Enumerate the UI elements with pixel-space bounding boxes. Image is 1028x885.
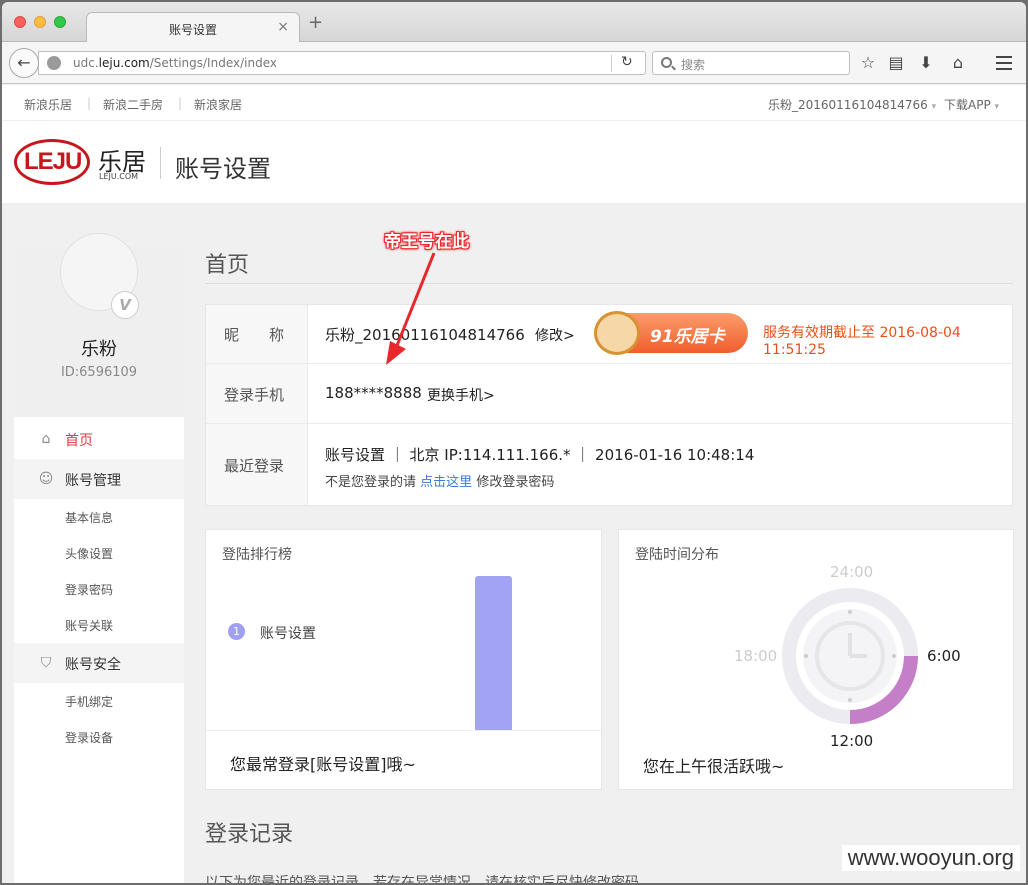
tab-bar: 账号设置 × +	[2, 2, 1026, 43]
back-button[interactable]: ←	[9, 48, 39, 78]
account-info-table: 昵 称 乐粉_20160116104814766 修改> 91乐居卡 服务有效期…	[205, 304, 1013, 506]
chevron-down-icon: ▾	[931, 102, 937, 112]
change-phone-link[interactable]: 更换手机>	[427, 385, 495, 405]
top-nav: 新浪乐居 | 新浪二手房 | 新浪家居 乐粉_20160116104814766…	[2, 85, 1026, 121]
close-window-button[interactable]	[14, 16, 26, 28]
sidebar-item-password[interactable]: 登录密码	[65, 581, 113, 598]
topnav-download-app[interactable]: 下载APP ▾	[944, 96, 999, 113]
rank-number-badge: 1	[228, 623, 245, 640]
info-row-phone: 登录手机 188****8888 更换手机>	[206, 364, 1012, 424]
nav-bar: udc.leju.com/Settings/Index/index ↻ ← 搜索…	[2, 42, 1026, 84]
globe-icon	[47, 56, 61, 70]
info-key: 昵 称	[206, 305, 308, 363]
site-header: LEJU 乐居 LEJU.COM 账号设置	[2, 121, 1026, 203]
card-title: 登陆排行榜	[222, 547, 292, 563]
browser-tab[interactable]: 账号设置 ×	[86, 12, 300, 43]
sidebar-item-label: 账号管理	[65, 473, 121, 489]
sidebar-item-label: 账号安全	[65, 657, 121, 673]
info-key: 登录手机	[206, 364, 308, 423]
home-icon: ⌂	[41, 431, 51, 447]
card-title: 登陆时间分布	[635, 547, 719, 563]
section-divider	[205, 283, 1013, 284]
sidebar-item-avatar[interactable]: 头像设置	[65, 545, 113, 562]
new-tab-button[interactable]: +	[308, 14, 323, 32]
url-divider	[611, 55, 612, 72]
clock-label-18: 18:00	[734, 647, 778, 665]
clock-label-12: 12:00	[830, 732, 874, 750]
logo-text: LEJU	[24, 148, 82, 175]
info-row-last-login: 最近登录 账号设置 ｜ 北京 IP:114.111.166.* ｜ 2016-0…	[206, 424, 1012, 505]
clock-label-24: 24:00	[830, 563, 874, 581]
bookmark-star-icon[interactable]: ☆	[858, 53, 878, 72]
vip-card-badge[interactable]: 91乐居卡	[594, 311, 748, 355]
sidebar-item-home[interactable]: ⌂ 首页	[14, 419, 184, 459]
topnav-link-secondhand[interactable]: 新浪二手房	[103, 96, 163, 113]
vip-card-text: 91乐居卡	[650, 327, 725, 347]
back-arrow-icon: ←	[17, 53, 31, 72]
header-divider	[160, 147, 161, 179]
info-row-nickname: 昵 称 乐粉_20160116104814766 修改> 91乐居卡 服务有效期…	[206, 305, 1012, 364]
sidebar-item-label: 首页	[65, 433, 93, 449]
logo-com: LEJU.COM	[99, 172, 139, 181]
shield-icon: ⛉	[40, 655, 52, 671]
topnav-link-home[interactable]: 新浪家居	[194, 96, 242, 113]
minimize-window-button[interactable]	[34, 16, 46, 28]
topnav-link-sina-leju[interactable]: 新浪乐居	[24, 96, 72, 113]
sidebar-group-account-manage[interactable]: ☺ 账号管理	[14, 459, 184, 499]
service-expiry: 服务有效期截止至 2016-08-04 11:51:25	[763, 325, 961, 358]
reload-icon[interactable]: ↻	[621, 54, 633, 70]
profile-card: V 乐粉 ID:6596109	[14, 233, 184, 417]
login-rank-card: 登陆排行榜 1 账号设置 您最常登录[账号设置]哦~	[205, 529, 602, 790]
verified-badge-icon: V	[111, 291, 139, 319]
search-icon	[661, 57, 672, 68]
info-key: 最近登录	[206, 424, 308, 505]
login-hint: 不是您登录的请 点击这里 修改登录密码	[325, 475, 555, 490]
clock-chart	[782, 588, 918, 724]
login-time-card: 登陆时间分布 24:00 18:00 6:00 12:00 您在上午很活跃哦~	[618, 529, 1014, 790]
page-title: 账号设置	[175, 155, 271, 183]
rank-label: 账号设置	[260, 626, 316, 642]
user-icon: ☺	[38, 471, 54, 487]
sidebar-item-login-devices[interactable]: 登录设备	[65, 729, 113, 746]
hamburger-menu-icon[interactable]	[996, 56, 1012, 70]
click-here-link[interactable]: 点击这里	[420, 475, 472, 490]
time-footer: 您在上午很活跃哦~	[643, 757, 785, 776]
url-text[interactable]: udc.leju.com/Settings/Index/index	[73, 56, 277, 70]
edit-nickname-link[interactable]: 修改>	[535, 325, 575, 345]
rank-footer: 您最常登录[账号设置]哦~	[230, 755, 416, 774]
sidebar: V 乐粉 ID:6596109 ⌂ 首页 ☺ 账号管理 基本信息 头像设置 登录…	[14, 233, 184, 883]
card-divider	[206, 730, 601, 731]
sheep-mascot-icon	[594, 311, 640, 355]
topnav-divider: |	[87, 96, 92, 110]
profile-nickname: 乐粉	[81, 339, 117, 360]
tab-close-icon[interactable]: ×	[277, 19, 289, 35]
section-title-home: 首页	[205, 253, 250, 278]
tab-title: 账号设置	[168, 23, 217, 37]
watermark: www.wooyun.org	[841, 845, 1020, 871]
sidebar-item-basic-info[interactable]: 基本信息	[65, 509, 113, 526]
search-input[interactable]: 搜索	[652, 51, 850, 75]
search-placeholder: 搜索	[681, 58, 706, 72]
web-page: 新浪乐居 | 新浪二手房 | 新浪家居 乐粉_20160116104814766…	[2, 85, 1026, 883]
browser-window: 账号设置 × + udc.leju.com/Settings/Index/ind…	[2, 2, 1026, 883]
profile-id: ID:6596109	[60, 365, 138, 380]
login-records-intro: 以下为您最近的登录记录，若存在异常情况，请在核实后尽快修改密码	[205, 875, 639, 883]
clock-label-6: 6:00	[927, 647, 961, 665]
sidebar-item-phone-binding[interactable]: 手机绑定	[65, 693, 113, 710]
topnav-divider: |	[178, 96, 183, 110]
section-title-login-records: 登录记录	[205, 822, 294, 847]
sidebar-group-account-security[interactable]: ⛉ 账号安全	[14, 643, 184, 683]
annotation-arrow	[386, 252, 436, 365]
zoom-window-button[interactable]	[54, 16, 66, 28]
chevron-down-icon: ▾	[994, 102, 1000, 112]
rank-bar	[475, 576, 512, 730]
home-icon[interactable]: ⌂	[948, 53, 968, 72]
phone-value: 188****8888	[325, 384, 422, 402]
topnav-user-menu[interactable]: 乐粉_20160116104814766 ▾	[768, 96, 936, 113]
last-login-value: 账号设置 ｜ 北京 IP:114.111.166.* ｜ 2016-01-16 …	[325, 446, 755, 464]
sidebar-item-link-accounts[interactable]: 账号关联	[65, 617, 113, 634]
download-icon[interactable]: ⬇	[916, 53, 936, 72]
reading-list-icon[interactable]: ▤	[886, 53, 906, 72]
url-bar[interactable]: udc.leju.com/Settings/Index/index ↻	[38, 51, 646, 75]
